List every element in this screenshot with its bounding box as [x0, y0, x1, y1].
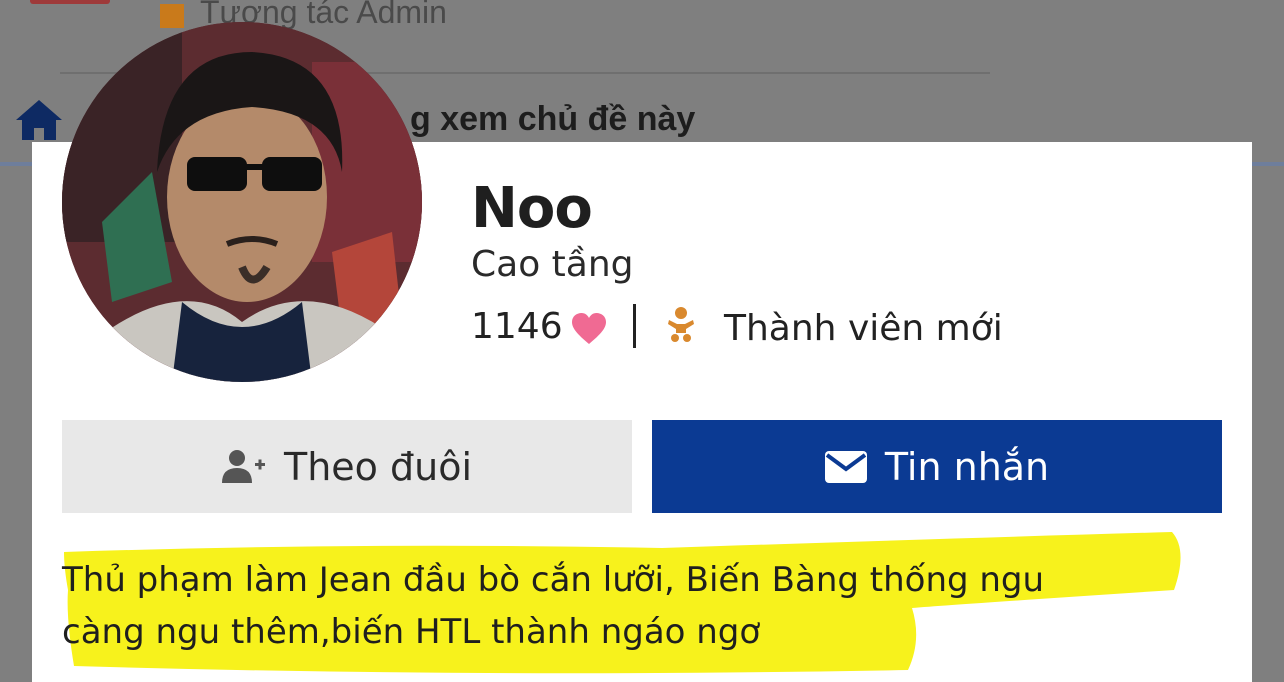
follow-label: Theo đuôi: [283, 444, 472, 489]
message-label: Tin nhắn: [884, 444, 1050, 489]
site-logo: [30, 0, 110, 4]
avatar[interactable]: [62, 22, 422, 382]
about-line: Thủ phạm làm Jean đầu bò cắn lưỡi, Biến …: [62, 560, 1045, 600]
home-icon[interactable]: [14, 98, 64, 142]
follow-button[interactable]: Theo đuôi: [62, 420, 632, 513]
thread-heading: g xem chủ đề này: [410, 100, 696, 138]
member-about: Thủ phạm làm Jean đầu bò cắn lưỡi, Biến …: [62, 554, 1202, 658]
reaction-count: 1146: [471, 306, 563, 347]
envelope-icon: [824, 450, 867, 483]
heart-icon: [572, 313, 606, 344]
about-line: càng ngu thêm,biến HTL thành ngáo ngơ: [62, 612, 761, 652]
member-title: Cao tầng: [471, 244, 634, 285]
member-rank: Thành viên mới: [724, 308, 1003, 349]
baby-icon: [668, 307, 694, 342]
menu-bullet: [160, 4, 184, 28]
message-button[interactable]: Tin nhắn: [652, 420, 1222, 513]
user-plus-icon: [221, 449, 265, 483]
member-name[interactable]: Noo: [471, 176, 593, 241]
stat-separator: [633, 304, 636, 348]
